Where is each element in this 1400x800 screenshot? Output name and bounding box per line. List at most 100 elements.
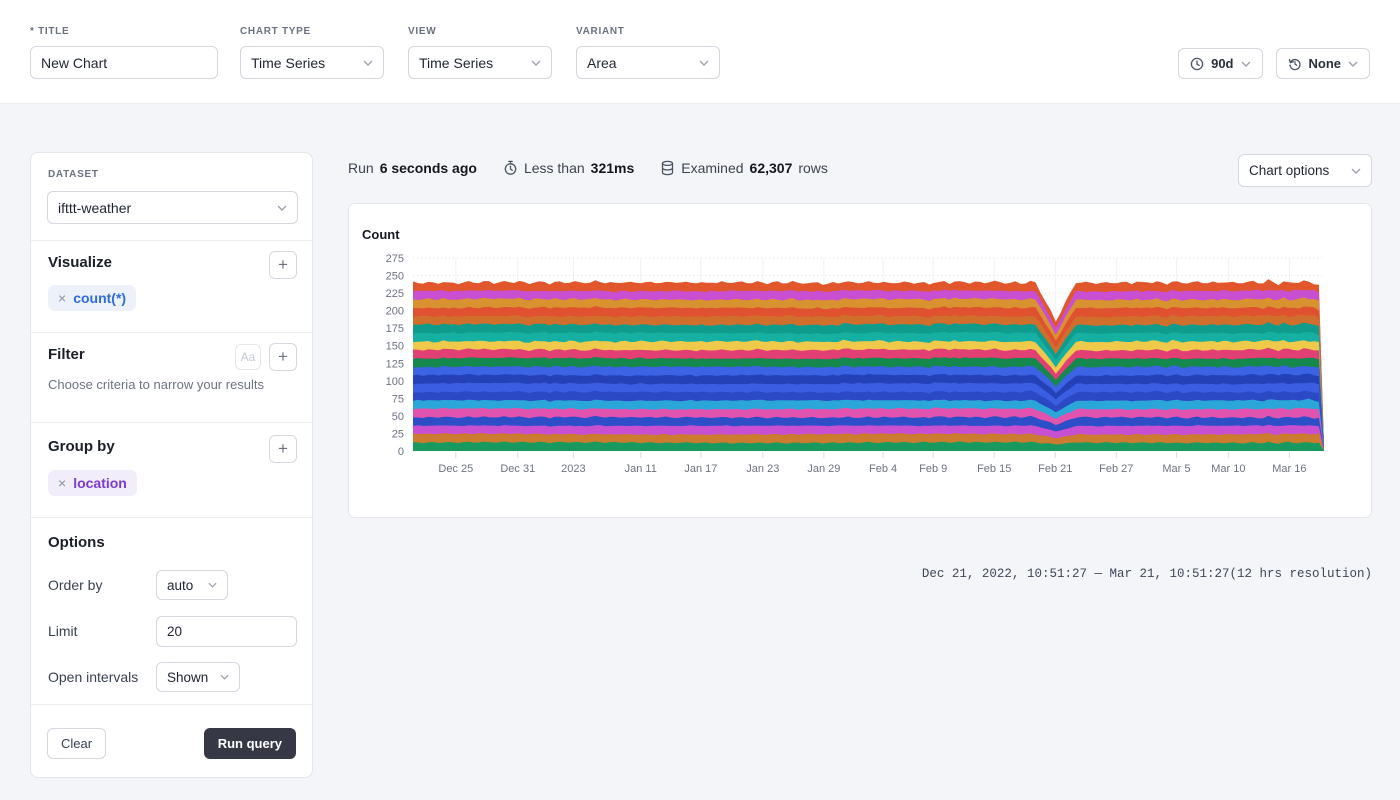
svg-text:Jan 23: Jan 23 — [746, 463, 779, 475]
svg-text:Mar 10: Mar 10 — [1211, 463, 1245, 475]
rows-count: 62,307 — [749, 160, 793, 176]
clear-button[interactable]: Clear — [47, 728, 107, 759]
options-heading: Options — [48, 534, 105, 551]
chart-type-label: Chart type — [240, 26, 311, 37]
svg-text:150: 150 — [386, 341, 404, 353]
view-label: View — [408, 26, 437, 37]
svg-text:Jan 17: Jan 17 — [684, 463, 717, 475]
time-range-note: Dec 21, 2022, 10:51:27 — Mar 21, 10:51:2… — [921, 567, 1372, 581]
chevron-down-icon — [208, 582, 217, 588]
svg-text:75: 75 — [392, 393, 404, 405]
chevron-down-icon — [277, 205, 287, 211]
query-actions: Clear Run query — [31, 705, 312, 777]
svg-text:175: 175 — [386, 323, 404, 335]
filter-section: Filter Aa + Choose criteria to narrow yo… — [31, 333, 312, 423]
svg-text:225: 225 — [386, 288, 404, 300]
svg-text:125: 125 — [386, 358, 404, 370]
duration-status: Less than 321ms — [503, 160, 634, 176]
view-value: Time Series — [419, 54, 494, 71]
run-prefix: Run — [348, 160, 374, 176]
rows-suffix: rows — [798, 160, 828, 176]
examined-prefix: Examined — [681, 160, 744, 176]
svg-text:250: 250 — [386, 271, 404, 283]
filter-hint: Choose criteria to narrow your results — [48, 377, 265, 392]
dataset-label: Dataset — [48, 169, 99, 180]
compare-value: None — [1308, 56, 1342, 71]
dataset-section: Dataset ifttt-weather — [31, 153, 312, 241]
chevron-down-icon — [1348, 61, 1358, 67]
match-case-button[interactable]: Aa — [235, 344, 261, 370]
svg-text:Feb 9: Feb 9 — [919, 463, 947, 475]
svg-text:Feb 4: Feb 4 — [869, 463, 897, 475]
add-group-by-button[interactable]: + — [269, 435, 297, 463]
add-filter-button[interactable]: + — [269, 343, 297, 371]
group-by-section: Group by + × location — [31, 423, 312, 518]
svg-text:2023: 2023 — [561, 463, 585, 475]
limit-input[interactable] — [156, 616, 297, 647]
chart-options-label: Chart options — [1249, 163, 1330, 178]
examined-rows-status: Examined 62,307 rows — [660, 160, 828, 176]
chevron-down-icon — [363, 60, 373, 66]
database-icon — [660, 160, 675, 176]
title-label: * Title — [30, 26, 70, 37]
chevron-down-icon — [1351, 168, 1361, 174]
query-builder-panel: Dataset ifttt-weather Visualize + × coun… — [30, 152, 313, 778]
chart-options-button[interactable]: Chart options — [1238, 154, 1372, 187]
chevron-down-icon — [531, 60, 541, 66]
chevron-down-icon — [1241, 61, 1251, 67]
svg-text:Jan 29: Jan 29 — [807, 463, 840, 475]
last-run-status: Run 6 seconds ago — [348, 160, 477, 176]
compare-against-button[interactable]: None — [1275, 48, 1370, 79]
query-status-row: Run 6 seconds ago Less than 321ms Examin… — [348, 160, 828, 176]
svg-text:Feb 15: Feb 15 — [977, 463, 1011, 475]
remove-icon[interactable]: × — [58, 290, 66, 306]
add-visualization-button[interactable]: + — [269, 251, 297, 279]
visualization-tag[interactable]: × count(*) — [48, 285, 137, 311]
duration-value: 321ms — [590, 160, 635, 176]
svg-text:Jan 11: Jan 11 — [625, 463, 657, 475]
dataset-select[interactable]: ifttt-weather — [47, 191, 298, 224]
svg-text:0: 0 — [398, 446, 404, 458]
group-by-tag[interactable]: × location — [48, 470, 137, 496]
order-by-label: Order by — [48, 577, 103, 593]
open-intervals-value: Shown — [167, 669, 209, 685]
header-bar: * Title Chart type Time Series View Time… — [0, 0, 1400, 104]
duration-prefix: Less than — [523, 160, 585, 176]
stacked-area-chart[interactable]: Dec 25 Dec 31 2023 Jan 11 Jan 17 Jan 23 Jan 29… — [349, 204, 1371, 517]
stopwatch-icon — [503, 160, 518, 176]
clock-icon — [1190, 57, 1204, 71]
history-icon — [1288, 57, 1302, 71]
title-field-group: * Title — [30, 26, 218, 79]
order-by-value: auto — [167, 577, 194, 593]
svg-text:Dec 31: Dec 31 — [500, 463, 535, 475]
variant-value: Area — [587, 54, 617, 71]
order-by-select[interactable]: auto — [156, 570, 228, 600]
svg-text:Mar 5: Mar 5 — [1162, 463, 1190, 475]
options-section: Options Order by auto Limit Open interva… — [31, 518, 312, 705]
svg-text:200: 200 — [386, 306, 404, 318]
svg-text:25: 25 — [392, 428, 404, 440]
chevron-down-icon — [220, 674, 229, 680]
run-ago: 6 seconds ago — [379, 160, 477, 176]
variant-select[interactable]: Area — [576, 46, 720, 79]
filter-heading: Filter — [48, 346, 85, 363]
svg-text:Dec 25: Dec 25 — [438, 463, 473, 475]
open-intervals-select[interactable]: Shown — [156, 662, 240, 692]
chart-type-value: Time Series — [251, 54, 326, 71]
time-range-button[interactable]: 90d — [1178, 48, 1263, 79]
remove-icon[interactable]: × — [58, 475, 66, 491]
variant-field-group: Variant Area — [576, 26, 720, 79]
run-query-button[interactable]: Run query — [203, 728, 296, 759]
svg-text:50: 50 — [392, 411, 404, 423]
limit-label: Limit — [48, 623, 78, 639]
chart-type-select[interactable]: Time Series — [240, 46, 384, 79]
svg-text:Feb 27: Feb 27 — [1099, 463, 1133, 475]
visualize-section: Visualize + × count(*) — [31, 241, 312, 333]
title-input[interactable] — [30, 46, 218, 79]
svg-text:275: 275 — [386, 253, 404, 265]
svg-text:100: 100 — [386, 376, 404, 388]
variant-label: Variant — [576, 26, 625, 37]
view-select[interactable]: Time Series — [408, 46, 552, 79]
time-range-value: 90d — [1211, 56, 1234, 71]
chart-card: Count Dec 25 Dec 31 2023 Jan 11 Jan 17 Jan 23… — [348, 203, 1372, 518]
